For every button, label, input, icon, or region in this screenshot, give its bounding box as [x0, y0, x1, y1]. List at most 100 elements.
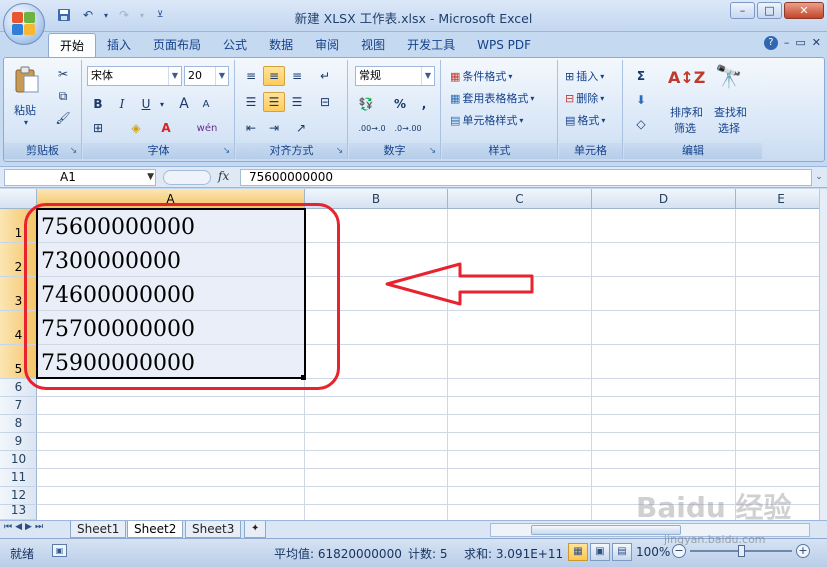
grow-font-button[interactable]: A — [173, 94, 195, 114]
sort-filter-label[interactable]: 排序和 — [670, 104, 703, 120]
alignment-launcher-icon[interactable]: ↘ — [334, 146, 345, 157]
insert-function-icon[interactable]: fx — [218, 169, 229, 183]
decrease-indent-icon[interactable]: ⇤ — [240, 118, 262, 138]
increase-indent-icon[interactable]: ⇥ — [263, 118, 285, 138]
align-middle-icon[interactable]: ≡ — [263, 66, 285, 86]
zoom-level[interactable]: 100% — [636, 545, 670, 559]
shrink-font-button[interactable]: A — [195, 94, 217, 114]
column-header-c[interactable]: C — [448, 189, 592, 209]
find-select-icon[interactable]: 🔭 — [714, 66, 744, 90]
delete-cells-button[interactable]: ⊟ 删除 ▾ — [565, 90, 604, 106]
zoom-slider-thumb[interactable] — [738, 545, 745, 557]
cell-styles-button[interactable]: ▤ 单元格样式 ▾ — [450, 112, 523, 128]
align-bottom-icon[interactable]: ≡ — [286, 66, 308, 86]
fill-color-icon[interactable]: ◈ — [125, 118, 147, 138]
format-as-table-button[interactable]: ▦ 套用表格格式 ▾ — [450, 90, 534, 106]
copy-icon[interactable]: ⧉ — [52, 86, 74, 106]
row-header-7[interactable]: 7 — [0, 397, 37, 415]
italic-button[interactable]: I — [111, 94, 133, 114]
sheet-tab-sheet2[interactable]: Sheet2 — [127, 521, 184, 538]
fill-icon[interactable]: ⬇ — [630, 90, 652, 110]
paste-button[interactable]: 粘贴 — [14, 102, 36, 118]
column-header-d[interactable]: D — [592, 189, 736, 209]
clipboard-launcher-icon[interactable]: ↘ — [68, 146, 79, 157]
sheet-tab-sheet3[interactable]: Sheet3 — [185, 521, 242, 538]
expand-formula-bar-icon[interactable]: ⌄ — [813, 169, 825, 186]
first-sheet-icon[interactable]: ⏮ — [4, 522, 12, 532]
border-icon[interactable]: ⊞ — [87, 118, 109, 138]
underline-dropdown-icon[interactable]: ▾ — [157, 94, 167, 114]
chevron-down-icon[interactable]: ▼ — [168, 67, 181, 85]
page-layout-view-icon[interactable]: ▣ — [590, 543, 610, 561]
align-right-icon[interactable]: ☰ — [286, 92, 308, 112]
tab-formulas[interactable]: 公式 — [212, 33, 258, 57]
row-header-10[interactable]: 10 — [0, 451, 37, 469]
paste-icon[interactable] — [12, 66, 42, 100]
bold-button[interactable]: B — [87, 94, 109, 114]
formula-input[interactable]: 75600000000 — [240, 169, 812, 186]
autosum-icon[interactable]: Σ — [630, 66, 652, 86]
normal-view-icon[interactable]: ▦ — [568, 543, 588, 561]
tab-developer[interactable]: 开发工具 — [396, 33, 466, 57]
align-top-icon[interactable]: ≡ — [240, 66, 262, 86]
wrap-text-icon[interactable]: ↵ — [314, 66, 336, 86]
tab-page-layout[interactable]: 页面布局 — [142, 33, 212, 57]
font-launcher-icon[interactable]: ↘ — [221, 146, 232, 157]
next-sheet-icon[interactable]: ▶ — [25, 522, 32, 532]
font-color-icon[interactable]: A — [155, 118, 177, 138]
row-header-11[interactable]: 11 — [0, 469, 37, 487]
number-format-select[interactable]: 常规 ▼ — [355, 66, 435, 86]
tab-data[interactable]: 数据 — [258, 33, 304, 57]
macro-record-icon[interactable]: ▣ — [52, 544, 67, 557]
sort-filter-icon[interactable]: A↕Z — [668, 66, 705, 90]
select-all-corner[interactable] — [0, 189, 37, 209]
merge-center-icon[interactable]: ⊟ — [314, 92, 336, 112]
row-header-13[interactable]: 13 — [0, 503, 37, 520]
row-header-9[interactable]: 9 — [0, 433, 37, 451]
orientation-icon[interactable]: ↗ — [290, 118, 312, 138]
sheet-tab-sheet1[interactable]: Sheet1 — [70, 521, 127, 538]
prev-sheet-icon[interactable]: ◀ — [15, 522, 22, 532]
cut-icon[interactable]: ✂ — [52, 64, 74, 84]
chevron-down-icon[interactable]: ▼ — [215, 67, 228, 85]
office-button[interactable] — [3, 3, 45, 45]
zoom-out-icon[interactable]: − — [672, 544, 686, 558]
column-header-e[interactable]: E — [736, 189, 827, 209]
minimize-button[interactable]: – — [730, 2, 755, 19]
tab-insert[interactable]: 插入 — [96, 33, 142, 57]
tab-view[interactable]: 视图 — [350, 33, 396, 57]
align-center-icon[interactable]: ☰ — [263, 92, 285, 112]
doc-restore-icon[interactable]: ▭ — [795, 36, 805, 50]
maximize-button[interactable]: □ — [757, 2, 782, 19]
paste-dropdown-icon[interactable]: ▾ — [24, 118, 28, 127]
help-icon[interactable]: ? — [763, 36, 778, 50]
insert-cells-button[interactable]: ⊞ 插入 ▾ — [565, 68, 604, 84]
chevron-down-icon[interactable]: ▼ — [147, 170, 154, 185]
format-cells-button[interactable]: ▤ 格式 ▾ — [565, 112, 605, 128]
underline-button[interactable]: U — [135, 94, 157, 114]
percent-button[interactable]: % — [389, 94, 411, 114]
number-launcher-icon[interactable]: ↘ — [427, 146, 438, 157]
doc-close-icon[interactable]: ✕ — [812, 36, 821, 50]
formula-bar-splitter[interactable] — [163, 170, 211, 185]
decrease-decimal-button[interactable]: .0→.00 — [391, 118, 425, 138]
find-select-label-2[interactable]: 选择 — [718, 120, 740, 136]
page-break-view-icon[interactable]: ▤ — [612, 543, 632, 561]
comma-button[interactable]: , — [413, 94, 435, 114]
currency-icon[interactable]: 💱 — [355, 94, 377, 114]
zoom-in-icon[interactable]: + — [796, 544, 810, 558]
font-size-select[interactable]: 20 ▼ — [184, 66, 229, 86]
phonetic-button[interactable]: wén — [193, 118, 221, 138]
name-box[interactable]: A1 ▼ — [4, 169, 156, 186]
font-name-select[interactable]: 宋体 ▼ — [87, 66, 182, 86]
last-sheet-icon[interactable]: ⏭ — [35, 522, 43, 532]
tab-review[interactable]: 审阅 — [304, 33, 350, 57]
tab-wps-pdf[interactable]: WPS PDF — [466, 33, 542, 57]
chevron-down-icon[interactable]: ▼ — [421, 67, 434, 85]
clear-icon[interactable]: ◇ — [630, 114, 652, 134]
row-header-8[interactable]: 8 — [0, 415, 37, 433]
increase-decimal-button[interactable]: .00→.0 — [355, 118, 389, 138]
format-painter-icon[interactable]: 🖌 — [52, 108, 74, 128]
vertical-scrollbar[interactable] — [819, 189, 827, 520]
insert-sheet-icon[interactable]: ✦ — [244, 521, 267, 538]
